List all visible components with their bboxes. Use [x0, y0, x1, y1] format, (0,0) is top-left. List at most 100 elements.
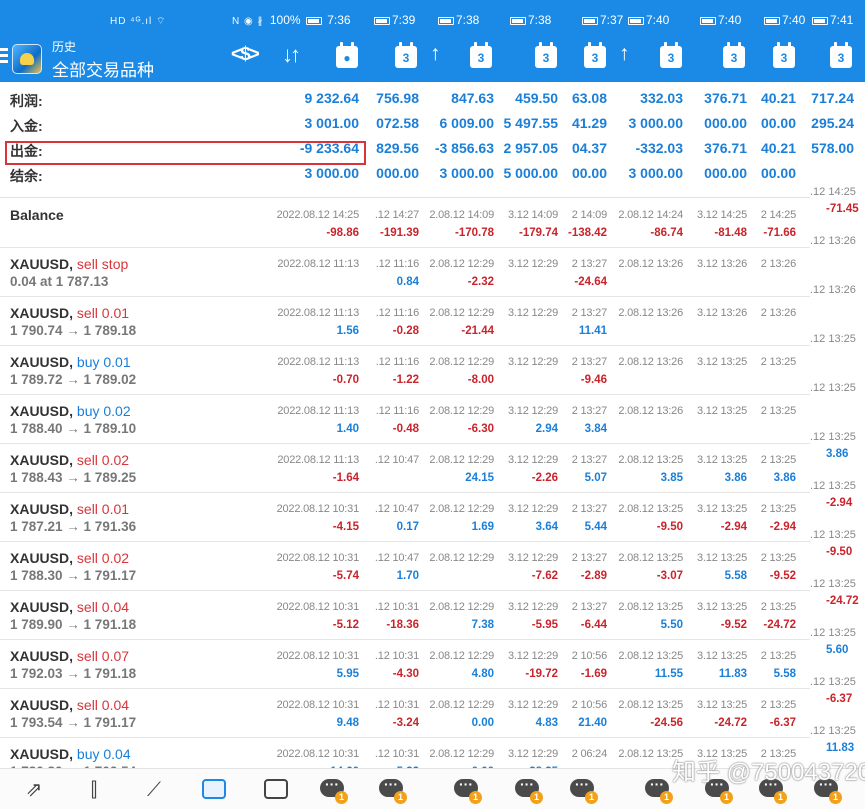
sort-icon[interactable]: ↓↑ [282, 42, 301, 68]
deal-row[interactable]: XAUUSD, sell 0.02 1 788.43 → 1 789.25 2022… [0, 444, 810, 493]
history-tab-icon[interactable] [200, 777, 228, 803]
symbol-name: Balance [10, 207, 64, 223]
signal-icons: HD ⁴ᴳ.ıl ⌔ [110, 16, 167, 27]
deal-time: 2 13:25 [760, 405, 797, 417]
messages-icon[interactable]: 1 [568, 776, 598, 804]
chart-candles-tab-icon[interactable]: ⫿ [80, 777, 108, 803]
status-bar-8: 7:40 [762, 13, 805, 27]
summary-value: -3 856.63 [434, 140, 494, 156]
clock: 7:40 [718, 13, 742, 27]
deal-time: 2.08.12 13:25 [618, 699, 683, 711]
strip-time: .12 13:25 [810, 578, 856, 590]
balance-row[interactable]: Balance 2022.08.12 14:25 .12 14:27 2.08.12 … [0, 199, 810, 248]
calendar-icon[interactable]: 3 [395, 42, 417, 68]
deal-time: 2.08.12 12:29 [429, 699, 494, 711]
summary-value: 3 000.00 [439, 165, 495, 181]
deal-profit: 24.15 [465, 472, 494, 484]
strip-profit: -6.37 [826, 693, 853, 705]
calendar-icon[interactable]: 3 [723, 42, 745, 68]
app-logo-icon[interactable] [12, 44, 42, 74]
menu-icon[interactable] [0, 48, 10, 66]
arrow-up-icon[interactable]: ↑ [430, 42, 441, 66]
news-tab-icon[interactable] [262, 777, 290, 803]
summary-row: 入金: 3 001.00 072.58 6 009.00 5 497.55 41.29 3 … [0, 113, 865, 135]
deal-row[interactable]: XAUUSD, sell 0.02 1 788.30 → 1 791.17 2022… [0, 542, 810, 591]
deal-row[interactable]: XAUUSD, buy 0.02 1 788.40 → 1 789.10 2022.… [0, 395, 810, 444]
summary-value: 41.29 [571, 115, 607, 131]
deal-time: 3.12 13:25 [697, 405, 747, 417]
deal-row[interactable]: XAUUSD, buy 0.01 1 789.72 → 1 789.02 2022.… [0, 346, 810, 395]
deal-profit: -138.42 [567, 227, 607, 239]
symbol-name: XAUUSD, [10, 697, 77, 713]
symbol-name: XAUUSD, [10, 354, 77, 370]
deal-profit: 21.40 [578, 717, 607, 729]
strip-time: .12 14:25 [810, 186, 856, 198]
calendar-icon[interactable]: 3 [773, 42, 795, 68]
messages-icon[interactable]: 1 [377, 776, 407, 804]
strip-profit: -24.72 [826, 595, 859, 607]
messages-icon[interactable]: 1 [318, 776, 348, 804]
deal-row[interactable]: XAUUSD, sell 0.01 1 787.21 → 1 791.36 2022… [0, 493, 810, 542]
deal-profit: 5.95 [336, 668, 359, 680]
deal-symbol: Balance [10, 207, 64, 223]
summary-value: 756.98 [376, 90, 419, 106]
calendar-icon[interactable]: 3 [535, 42, 557, 68]
symbol-filter-title[interactable]: 全部交易品种 [52, 56, 154, 81]
calendar-icon[interactable]: 3 [660, 42, 682, 68]
calendar-icon[interactable]: 3 [470, 42, 492, 68]
deal-time: 2022.08.12 11:13 [277, 405, 359, 417]
calendar-icon[interactable]: 3 [584, 42, 606, 68]
summary-value: 295.24 [811, 115, 854, 131]
deal-time: 2.08.12 12:29 [429, 356, 494, 368]
deal-profit: 0.17 [396, 521, 419, 533]
deal-prices: 1 792.03 → 1 791.18 [10, 666, 137, 681]
summary-value: 3 000.00 [628, 165, 684, 181]
deal-time: .12 11:16 [375, 405, 419, 417]
strip-time: .12 13:26 [810, 284, 856, 296]
deal-prices: 1 788.43 → 1 789.25 [10, 470, 137, 485]
deal-prices: 1 788.40 → 1 789.10 [10, 421, 137, 436]
quotes-tab-icon[interactable]: ⇗ [20, 777, 48, 803]
deal-row[interactable]: XAUUSD, sell 0.04 1 793.54 → 1 791.17 2022… [0, 689, 810, 738]
trade-tab-icon[interactable]: ⟋ [140, 777, 168, 803]
deal-time: .12 11:16 [375, 307, 419, 319]
messages-icon[interactable]: 1 [513, 776, 543, 804]
summary-value: 00.00 [571, 165, 607, 181]
deal-time: 2.08.12 13:25 [618, 454, 683, 466]
messages-icon[interactable]: 1 [452, 776, 482, 804]
summary-value: 6 009.00 [439, 115, 495, 131]
battery-percent: 100% [269, 13, 301, 27]
deal-profit: 11.55 [654, 668, 683, 680]
strip-time: .12 13:25 [810, 431, 856, 443]
summary-value: 2 957.05 [503, 140, 559, 156]
calendar-icon[interactable]: 3 [830, 42, 852, 68]
deal-profit: -71.66 [763, 227, 796, 239]
deal-time: 2 06:24 [571, 748, 608, 760]
deal-time: 3.12 14:25 [697, 209, 747, 221]
deal-row[interactable]: XAUUSD, sell 0.07 1 792.03 → 1 791.18 2022… [0, 640, 810, 689]
summary-value: 717.24 [811, 90, 854, 106]
watermark: 知乎 @750043720 [672, 759, 865, 786]
deal-row[interactable]: XAUUSD, sell 0.04 1 789.90 → 1 791.18 2022… [0, 591, 810, 640]
summary-value: 3 000.00 [628, 115, 684, 131]
calendar-person-icon[interactable]: ● [336, 42, 358, 68]
strip-profit: 3.86 [826, 448, 849, 460]
symbol-name: XAUUSD, [10, 746, 77, 762]
deal-profit: 4.80 [471, 668, 494, 680]
messages-icon[interactable]: 1 [643, 776, 673, 804]
deal-time: 3.12 13:26 [697, 258, 747, 270]
deal-time: .12 10:47 [374, 454, 419, 466]
deal-side: sell 0.07 [76, 648, 130, 664]
deal-prices: 1 789.90 → 1 791.18 [10, 617, 137, 632]
deal-row[interactable]: XAUUSD, sell stop 0.04 at 1 787.13 2022.08… [0, 248, 810, 297]
deal-prices: 1 793.54 → 1 791.17 [10, 715, 137, 730]
summary-value: 40.21 [760, 90, 796, 106]
deal-time: 2.08.12 13:25 [618, 601, 683, 613]
deal-time: 3.12 13:25 [697, 601, 747, 613]
deal-profit: -24.72 [714, 717, 747, 729]
deal-time: 3.12 12:29 [508, 552, 558, 564]
currency-filter-icon[interactable]: <$> [231, 44, 260, 66]
arrow-up-icon[interactable]: ↑ [619, 42, 630, 66]
battery-icon [510, 17, 526, 25]
deal-row[interactable]: XAUUSD, sell 0.01 1 790.74 → 1 789.18 2022… [0, 297, 810, 346]
